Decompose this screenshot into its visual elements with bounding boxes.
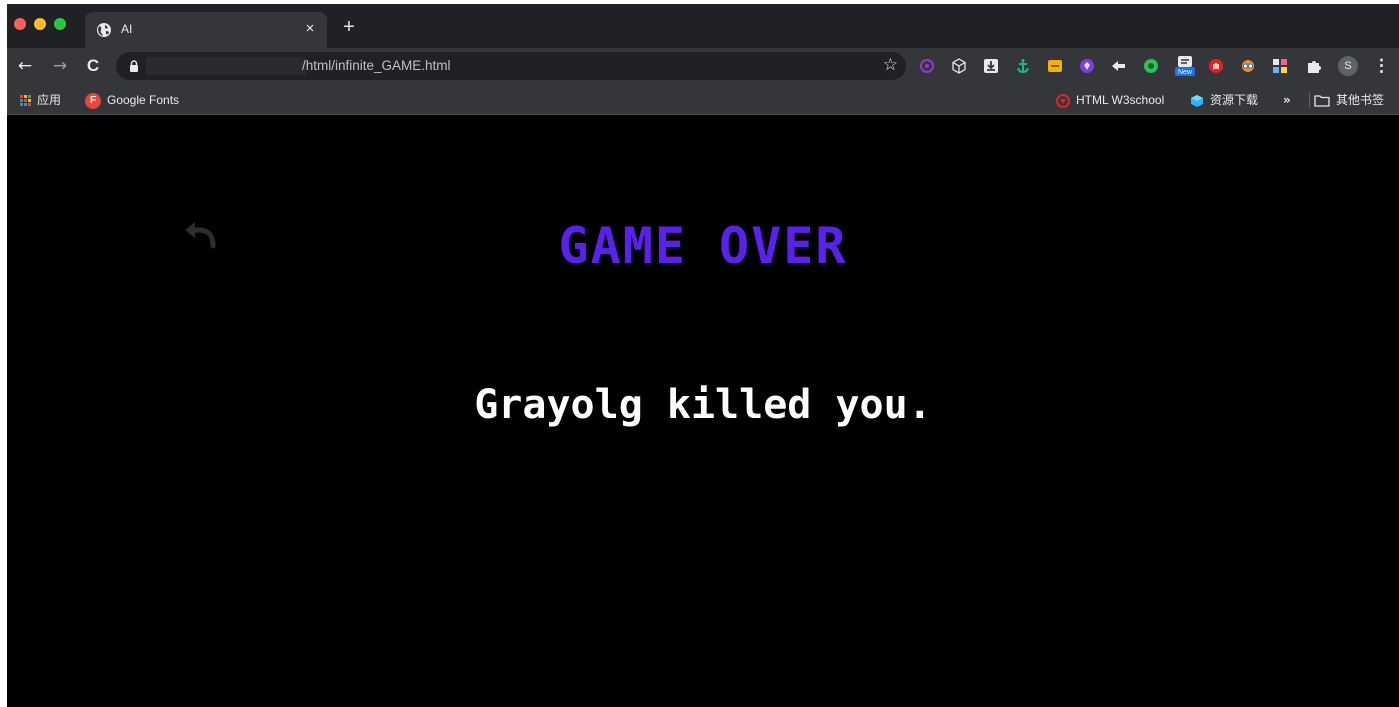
bookmark-apps-label: 应用 — [37, 93, 62, 107]
bookmarks-bar: 应用 F Google Fonts HTML W3school 资源下载 » 其他… — [7, 84, 1399, 115]
svg-text:New: New — [1178, 69, 1193, 76]
reload-button[interactable]: C — [82, 55, 104, 77]
extension-glasses-icon[interactable] — [1240, 58, 1256, 74]
bookmark-w3school[interactable]: HTML W3school — [1056, 90, 1164, 110]
folder-icon — [1314, 95, 1330, 107]
w3school-icon — [1056, 93, 1070, 108]
close-tab-icon[interactable]: × — [301, 20, 319, 38]
bookmarks-divider — [1309, 92, 1310, 108]
tab-active[interactable]: AI × — [85, 12, 327, 48]
url-redacted-region — [146, 57, 306, 75]
bookmark-other-folder[interactable]: 其他书签 — [1314, 90, 1384, 110]
extension-new-badge-icon[interactable]: New — [1175, 56, 1195, 76]
game-canvas[interactable]: GAME OVER Grayolg killed you. — [7, 116, 1399, 707]
extension-purple-gem-icon[interactable] — [1079, 58, 1095, 74]
globe-icon — [97, 23, 111, 37]
extension-green-icon[interactable] — [1143, 58, 1159, 74]
google-fonts-icon: F — [85, 92, 101, 109]
bookmark-star-icon[interactable]: ☆ — [883, 55, 898, 75]
bookmark-apps[interactable]: 应用 — [20, 90, 61, 110]
extension-arrow-icon[interactable] — [1111, 58, 1127, 74]
cube-bookmark-icon — [1191, 94, 1203, 107]
address-bar[interactable]: /html/infinite_GAME.html ☆ — [116, 52, 906, 80]
browser-window: AI × + ← → C /html/infinite_GAME.html ☆ — [7, 4, 1399, 707]
extension-yellow-icon[interactable] — [1047, 58, 1063, 74]
game-over-title: GAME OVER — [558, 217, 848, 275]
tab-strip: AI × + — [7, 4, 1399, 48]
extension-grid-icon[interactable] — [1272, 58, 1288, 74]
maximize-window-button[interactable] — [54, 18, 66, 30]
new-tab-button[interactable]: + — [338, 16, 360, 38]
lock-icon — [130, 60, 138, 72]
extension-stop-hand-icon[interactable] — [1208, 58, 1224, 74]
back-button[interactable]: ← — [14, 55, 36, 77]
close-window-button[interactable] — [14, 18, 26, 30]
url-text: /html/infinite_GAME.html — [302, 58, 451, 73]
minimize-window-button[interactable] — [34, 18, 46, 30]
extension-anchor-icon[interactable] — [1015, 58, 1031, 74]
apps-grid-icon — [20, 95, 31, 106]
bookmarks-overflow-button[interactable]: » — [1283, 90, 1291, 110]
bookmark-downloads-label: 资源下载 — [1210, 93, 1259, 107]
extension-download-icon[interactable] — [983, 58, 999, 74]
bookmark-w3school-label: HTML W3school — [1076, 93, 1165, 107]
browser-menu-button[interactable]: ⋮ — [1373, 55, 1390, 77]
tab-title: AI — [121, 22, 133, 36]
bookmark-other-label: 其他书签 — [1336, 93, 1385, 107]
forward-button[interactable]: → — [49, 55, 71, 77]
bookmark-downloads[interactable]: 资源下载 — [1190, 90, 1258, 110]
profile-avatar[interactable]: S — [1338, 56, 1358, 76]
toolbar: ← → C /html/infinite_GAME.html ☆ New S ⋮ — [7, 48, 1399, 84]
bookmark-google-fonts[interactable]: F Google Fonts — [85, 90, 179, 110]
extension-cube-icon[interactable] — [951, 58, 967, 74]
extension-lens-icon[interactable] — [919, 58, 935, 74]
death-message: Grayolg killed you. — [474, 382, 932, 428]
extensions-puzzle-icon[interactable] — [1306, 58, 1322, 74]
bookmark-google-fonts-label: Google Fonts — [107, 93, 180, 107]
